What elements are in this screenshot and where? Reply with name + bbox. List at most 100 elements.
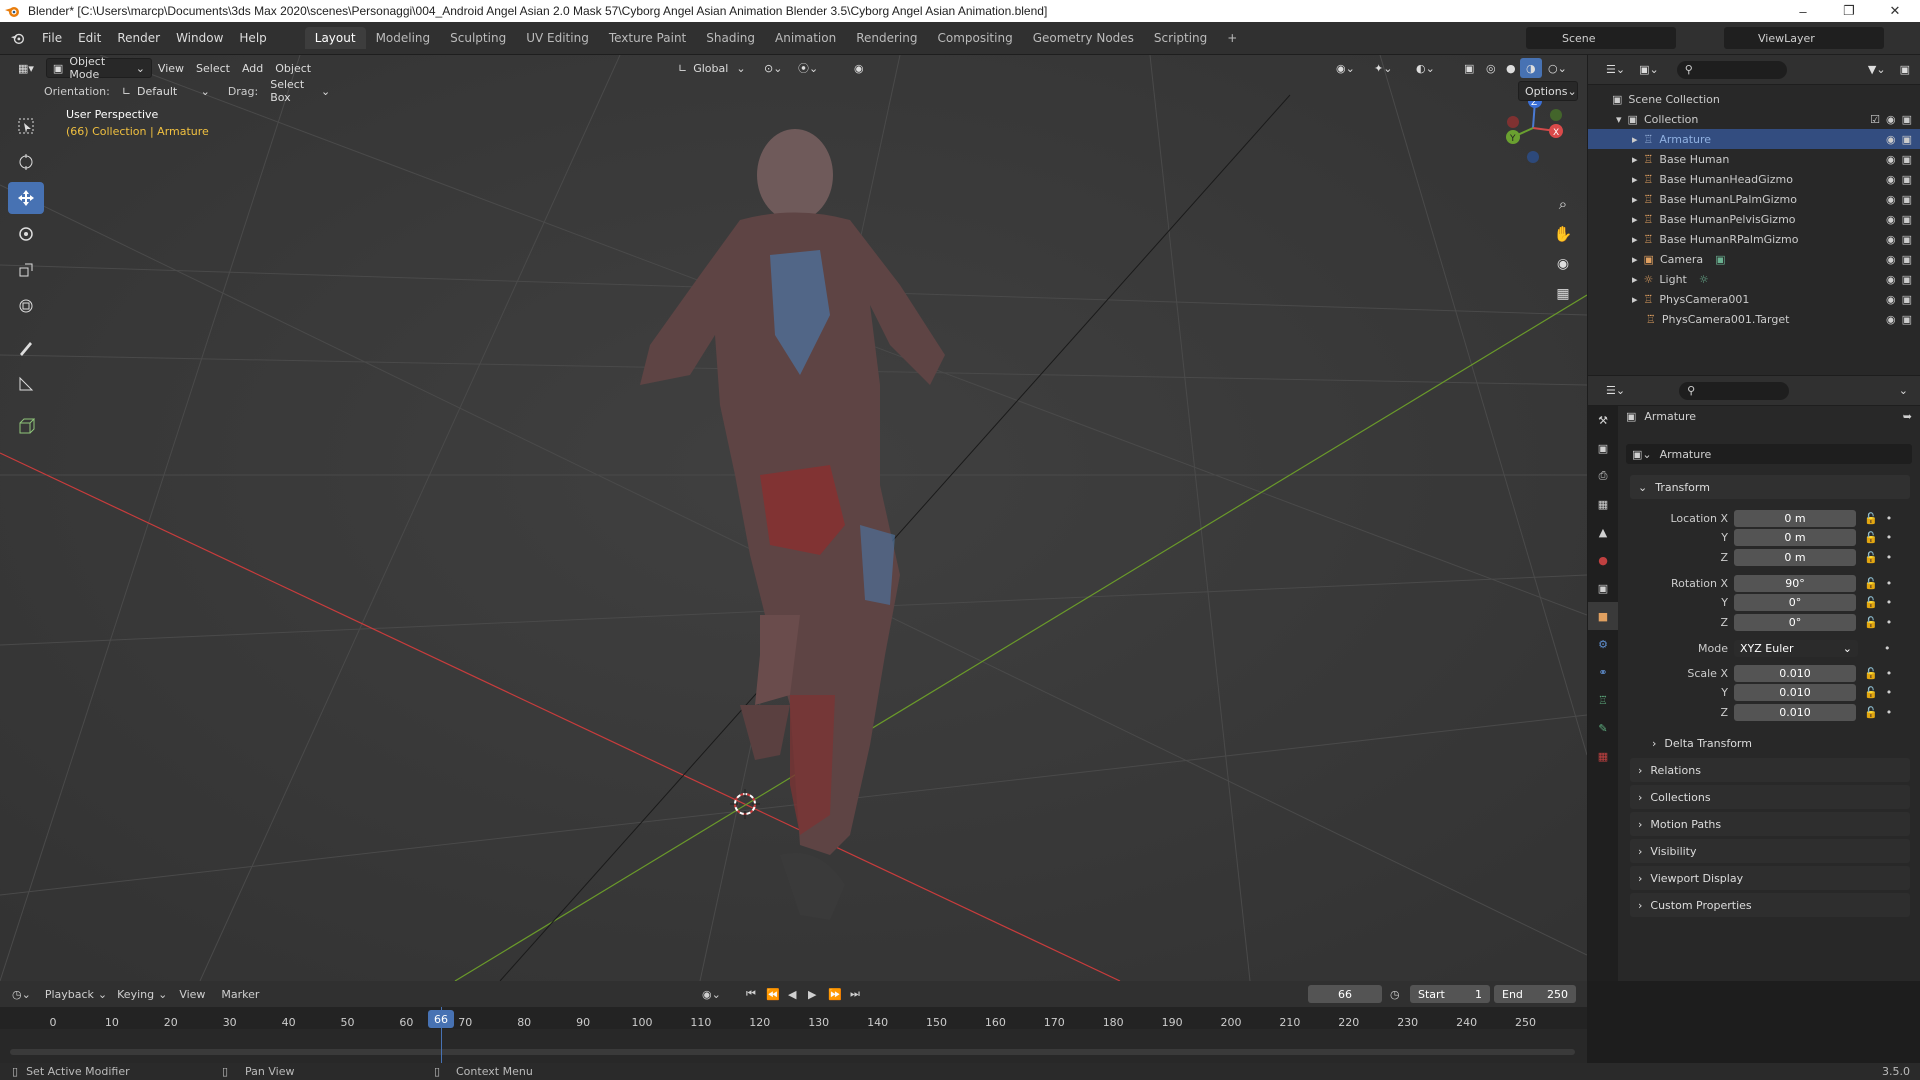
outliner-item-armature[interactable]: ▸ ♖ Armature ◉ ▣ [1588, 129, 1920, 149]
measure-tool-icon[interactable] [8, 368, 44, 400]
tab-modeling[interactable]: Modeling [366, 27, 441, 49]
rotation-y-field[interactable]: 0° [1734, 593, 1856, 611]
rotation-mode-dropdown[interactable]: XYZ Euler ⌄ [1734, 639, 1858, 657]
orientation-dropdown[interactable]: ∟ Default ⌄ [116, 81, 216, 101]
lock-icon[interactable]: 🔓 [1864, 706, 1878, 719]
jump-start-icon[interactable]: ⏮ [746, 987, 756, 1001]
camera-render-icon[interactable]: ▣ [1902, 293, 1912, 306]
properties-search-input[interactable]: ⚲ [1679, 381, 1790, 400]
end-frame-field[interactable]: End 250 [1494, 985, 1576, 1003]
keyframe-dot-icon[interactable]: • [1886, 667, 1893, 680]
eye-icon[interactable]: ◉ [1886, 213, 1896, 226]
eye-icon[interactable]: ◉ [1886, 113, 1896, 126]
relations-panel-header[interactable]: › Relations [1630, 758, 1910, 782]
scale-z-field[interactable]: 0.010 [1734, 703, 1856, 721]
tab-scripting[interactable]: Scripting [1144, 27, 1217, 49]
snap-icon[interactable]: ⦿⌄ [792, 58, 824, 78]
camera-render-icon[interactable]: ▣ [1902, 113, 1912, 126]
outliner-item-light[interactable]: ▸ ☼ Light ☼ ◉ ▣ [1588, 269, 1920, 289]
current-frame-field[interactable]: 66 [1308, 985, 1382, 1003]
outliner-item-pelvis-gizmo[interactable]: ▸ ♖ Base HumanPelvisGizmo ◉ ▣ [1588, 209, 1920, 229]
pan-hand-icon[interactable]: ✋ [1550, 221, 1576, 247]
menu-help[interactable]: Help [231, 31, 274, 45]
camera-render-icon[interactable]: ▣ [1902, 253, 1912, 266]
filter-icon[interactable]: ▼⌄ [1868, 63, 1886, 76]
timeline-editor-type-icon[interactable]: ◷⌄ [12, 988, 31, 1001]
camera-render-icon[interactable]: ▣ [1902, 273, 1912, 286]
tab-rendering[interactable]: Rendering [846, 27, 927, 49]
rotation-x-field[interactable]: 90° [1734, 574, 1856, 592]
xray-icon[interactable]: ▣ [1458, 58, 1480, 78]
jump-end-icon[interactable]: ⏭ [850, 987, 860, 1001]
chevron-down-icon[interactable]: ⌄ [1899, 384, 1908, 397]
eye-icon[interactable]: ◉ [1886, 313, 1896, 326]
annotate-tool-icon[interactable] [8, 332, 44, 364]
overlays-icon[interactable]: ◐⌄ [1410, 58, 1441, 78]
lock-icon[interactable]: 🔓 [1864, 667, 1878, 680]
outliner-item-rpalm-gizmo[interactable]: ▸ ♖ Base HumanRPalmGizmo ◉ ▣ [1588, 229, 1920, 249]
minimize-icon[interactable]: – [1780, 0, 1826, 22]
eye-icon[interactable]: ◉ [1886, 153, 1896, 166]
record-icon[interactable]: ◉⌄ [702, 988, 721, 1001]
outliner-item-physcamera-target[interactable]: ♖ PhysCamera001.Target ◉ ▣ [1588, 309, 1920, 329]
keyframe-dot-icon[interactable]: • [1886, 706, 1893, 719]
add-cube-tool-icon[interactable] [8, 410, 44, 442]
world-tab-icon[interactable]: ● [1588, 546, 1618, 574]
eye-icon[interactable]: ◉ [1886, 253, 1896, 266]
menu-edit[interactable]: Edit [70, 31, 109, 45]
keyframe-dot-icon[interactable]: • [1886, 686, 1893, 699]
lock-icon[interactable]: 🔓 [1864, 531, 1878, 544]
play-reverse-icon[interactable]: ◀ [788, 988, 796, 1001]
outliner-item-lpalm-gizmo[interactable]: ▸ ♖ Base HumanLPalmGizmo ◉ ▣ [1588, 189, 1920, 209]
select-box-tool-icon[interactable] [8, 110, 44, 142]
proportional-edit-icon[interactable]: ◉ [848, 58, 870, 78]
camera-render-icon[interactable]: ▣ [1902, 173, 1912, 186]
menu-add[interactable]: Add [236, 58, 269, 78]
camera-render-icon[interactable]: ▣ [1902, 193, 1912, 206]
wireframe-shading-icon[interactable]: ◎ [1480, 58, 1502, 78]
editor-type-icon[interactable]: ▦▾ [12, 58, 40, 78]
outliner-item-physcamera[interactable]: ▸ ♖ PhysCamera001 ◉ ▣ [1588, 289, 1920, 309]
menu-file[interactable]: File [34, 31, 70, 45]
options-dropdown[interactable]: Options ⌄ [1518, 81, 1578, 101]
lock-icon[interactable]: 🔓 [1864, 512, 1878, 525]
gizmo-toggle-icon[interactable]: ✦⌄ [1368, 58, 1398, 78]
transform-panel-header[interactable]: ⌄ Transform [1630, 475, 1910, 499]
zoom-icon[interactable]: ⌕ [1550, 191, 1576, 217]
start-frame-field[interactable]: Start 1 [1410, 985, 1490, 1003]
move-tool-icon[interactable] [8, 182, 44, 214]
camera-render-icon[interactable]: ▣ [1902, 313, 1912, 326]
outliner-collection[interactable]: ▾ ▣ Collection ☑ ◉ ▣ [1588, 109, 1920, 129]
timeline-scrollbar[interactable] [10, 1049, 1575, 1055]
outliner-editor-type-icon[interactable]: ☰⌄ [1606, 63, 1625, 76]
eye-icon[interactable]: ◉ [1886, 233, 1896, 246]
outliner-item-base-human[interactable]: ▸ ♖ Base Human ◉ ▣ [1588, 149, 1920, 169]
collection-tab-icon[interactable]: ▣ [1588, 574, 1618, 602]
custom-properties-panel-header[interactable]: › Custom Properties [1630, 893, 1910, 917]
tab-uv-editing[interactable]: UV Editing [516, 27, 599, 49]
rendered-shading-icon[interactable]: ○⌄ [1542, 58, 1573, 78]
scene-selector[interactable]: Scene [1526, 27, 1676, 49]
keyframe-dot-icon[interactable]: • [1886, 551, 1893, 564]
tab-geometry-nodes[interactable]: Geometry Nodes [1023, 27, 1144, 49]
camera-view-icon[interactable]: ◉ [1550, 251, 1576, 277]
next-keyframe-icon[interactable]: ⏩ [828, 988, 842, 1001]
outliner-search-input[interactable]: ⚲ [1676, 60, 1787, 79]
eye-icon[interactable]: ◉ [1886, 173, 1896, 186]
restore-icon[interactable]: ❐ [1826, 0, 1872, 22]
output-tab-icon[interactable]: ⎙ [1588, 462, 1618, 490]
blender-menu-icon[interactable] [10, 31, 26, 45]
menu-window[interactable]: Window [168, 31, 231, 45]
bone-tab-icon[interactable]: ✎ [1588, 714, 1618, 742]
tab-shading[interactable]: Shading [696, 27, 765, 49]
visibility-icon[interactable]: ◉⌄ [1330, 58, 1361, 78]
eye-icon[interactable]: ◉ [1886, 193, 1896, 206]
checkbox-icon[interactable]: ☑ [1870, 113, 1880, 126]
rotation-z-field[interactable]: 0° [1734, 613, 1856, 631]
camera-render-icon[interactable]: ▣ [1902, 213, 1912, 226]
keyframe-dot-icon[interactable]: • [1886, 596, 1893, 609]
tab-layout[interactable]: Layout [304, 27, 366, 49]
play-icon[interactable]: ▶ [808, 988, 816, 1001]
ortho-grid-icon[interactable]: ▦ [1550, 281, 1576, 307]
camera-render-icon[interactable]: ▣ [1902, 153, 1912, 166]
